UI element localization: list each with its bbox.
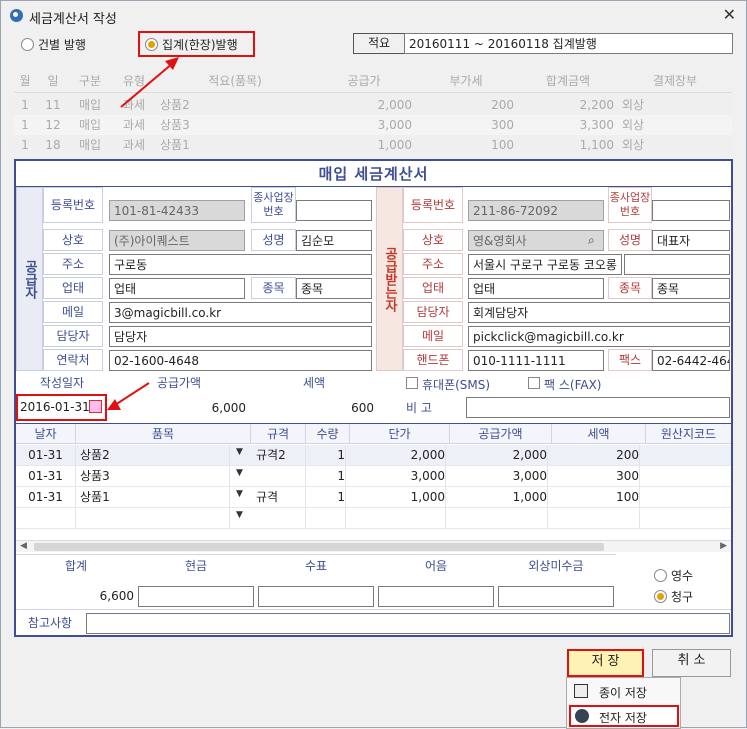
invoice-window: 세금계산서 작성 ✕ 건별 발행 집계(한장)발행 적요 20160111 ~ …: [0, 0, 747, 729]
arrow-to-date: [114, 382, 150, 406]
arrow-head-date: [107, 399, 121, 410]
arrow-to-summary: [120, 62, 174, 108]
annotation-arrows: [107, 57, 179, 410]
